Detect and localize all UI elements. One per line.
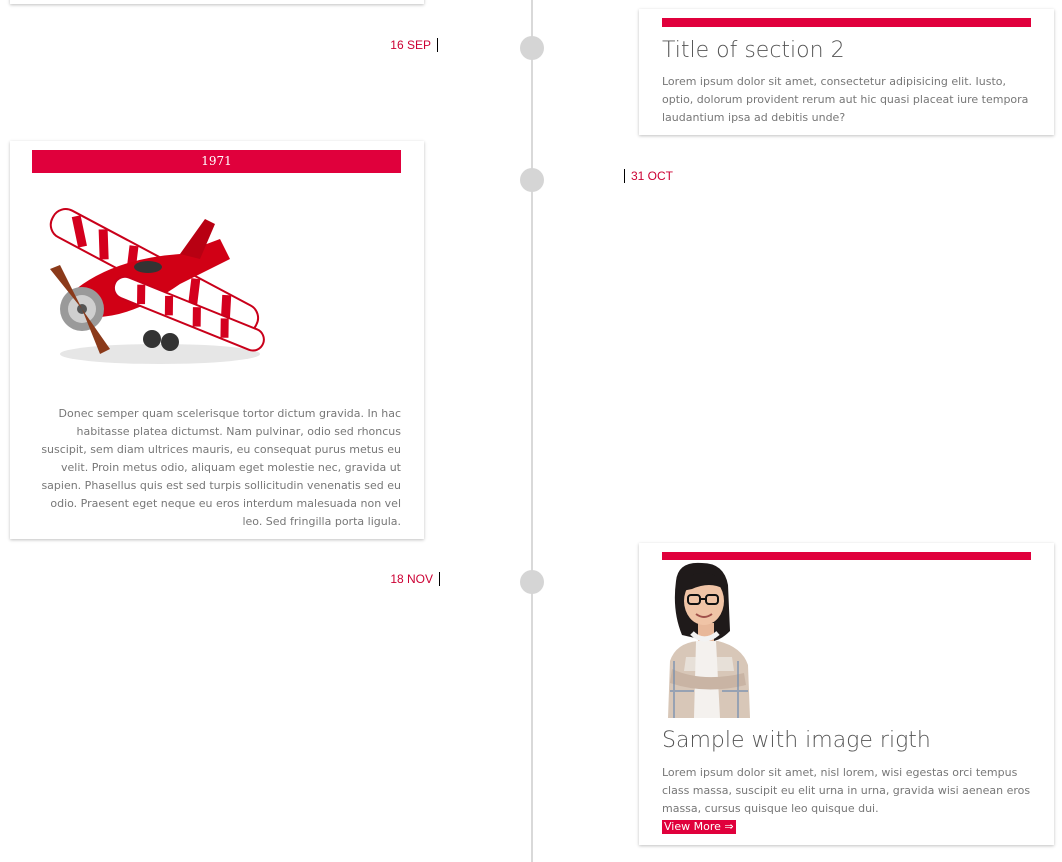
card-text: Lorem ipsum dolor sit amet, nisl lorem, … xyxy=(662,766,1031,815)
card-accent-bar: 1971 xyxy=(32,150,401,173)
card-accent-bar xyxy=(662,552,1031,560)
timeline-line xyxy=(531,0,533,862)
biplane-image xyxy=(49,208,265,364)
year-label: 1971 xyxy=(201,154,232,168)
timeline-date-3: 18 NOV xyxy=(390,572,440,586)
view-more-link[interactable]: View More ⇒ xyxy=(662,820,736,834)
timeline-date-1: 16 SEP xyxy=(390,38,438,52)
card-title: Sample with image rigth xyxy=(662,728,931,753)
timeline-card-1: Title of section 2 Lorem ipsum dolor sit… xyxy=(639,9,1054,135)
timeline-dot-2 xyxy=(520,168,544,192)
timeline-card-3: Sample with image rigth Lorem ipsum dolo… xyxy=(639,543,1054,845)
timeline-dot-1 xyxy=(520,36,544,60)
card-title: Title of section 2 xyxy=(662,38,845,63)
woman-image xyxy=(668,562,750,718)
timeline-date-2: 31 OCT xyxy=(624,169,673,183)
timeline-card-2: 1971 Donec semper quam scelerisque torto… xyxy=(10,141,424,539)
card-text: Lorem ipsum dolor sit amet, consectetur … xyxy=(662,75,1029,124)
timeline-dot-3 xyxy=(520,570,544,594)
card-text: Donec semper quam scelerisque tortor dic… xyxy=(41,407,401,528)
card-accent-bar xyxy=(662,18,1031,27)
timeline-card-previous xyxy=(10,0,424,4)
